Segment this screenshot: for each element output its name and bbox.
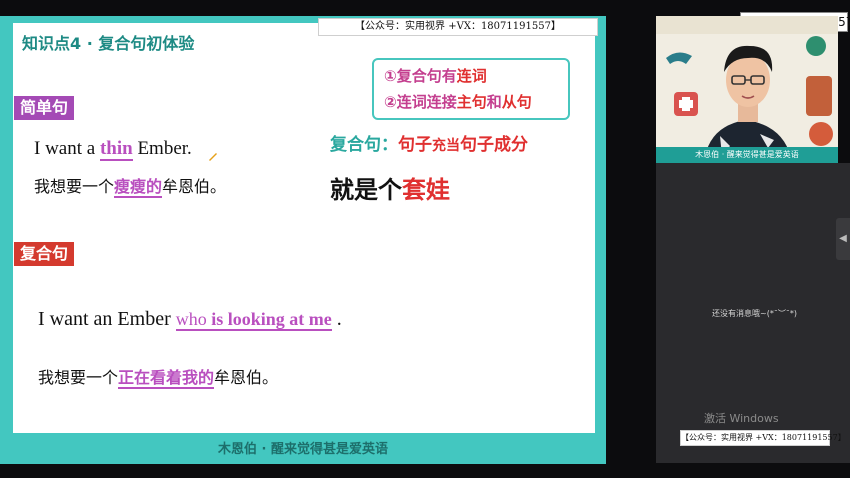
rule-line-1: ①复合句有连词 — [384, 65, 487, 86]
definition-part-a: 句子 — [398, 135, 432, 155]
simple-zh-adjective: 瘦瘦的 — [114, 177, 163, 198]
rule-2-text: 连词连接 — [396, 93, 457, 111]
simple-zh-before: 我想要一个 — [34, 177, 115, 196]
rule-2-sub-clause: 从句 — [501, 93, 532, 111]
simple-en-adjective: thin — [99, 138, 133, 161]
complex-zh-before: 我想要一个 — [38, 368, 119, 387]
rule-1-keyword: 连词 — [456, 67, 487, 85]
simple-en-before: I want a — [34, 138, 100, 159]
complex-en-clause: who is looking at me — [175, 309, 332, 331]
collapse-panel-button[interactable]: ◀ — [836, 218, 850, 260]
complex-en-clause-body: is looking at me — [206, 309, 332, 329]
chat-empty-message: 还没有消息哦~(*¯︶¯*) — [712, 309, 797, 318]
teacher-video-frame — [656, 16, 838, 163]
simple-en-after: Ember. — [132, 138, 192, 159]
nesting-keyword: 套娃 — [402, 176, 450, 204]
slide-footer-brand: 木恩伯 · 醒来觉得甚是爱英语 — [218, 442, 388, 457]
pencil-cursor-icon — [208, 146, 217, 161]
complex-zh-after: 牟恩伯。 — [214, 368, 279, 387]
camera-caption: 木恩伯 · 醒来觉得甚是爱英语 — [656, 147, 838, 163]
complex-chinese-sentence: 我想要一个正在看着我的牟恩伯。 — [38, 364, 279, 389]
rule-2-number: ② — [384, 93, 397, 111]
rule-2-and: 和 — [486, 93, 502, 111]
rule-line-2: ②连词连接主句和从句 — [384, 91, 532, 112]
rule-2-main-clause: 主句 — [456, 93, 487, 111]
complex-english-sentence: I want an Ember who is looking at me . — [38, 308, 342, 331]
complex-definition: 复合句：句子充当句子成分 — [330, 130, 528, 155]
nesting-doll-note: 就是个套娃 — [330, 170, 450, 205]
nesting-before: 就是个 — [330, 176, 402, 204]
simple-chinese-sentence: 我想要一个瘦瘦的牟恩伯。 — [34, 173, 227, 198]
activate-windows-notice: 激活 Windows — [704, 412, 779, 425]
definition-label: 复合句： — [330, 135, 398, 155]
watermark-bottom: 【公众号：实用视界 +VX：18071191557】 — [680, 430, 846, 446]
complex-en-after: . — [331, 308, 342, 330]
definition-part-c: 句子成分 — [460, 135, 528, 155]
teacher-camera-feed — [656, 16, 838, 163]
rule-box: ①复合句有连词 ②连词连接主句和从句 — [372, 58, 570, 120]
simple-sentence-tag: 简单句 — [14, 96, 75, 120]
complex-en-before: I want an Ember — [38, 308, 176, 330]
complex-en-relative-pronoun: who — [175, 309, 207, 329]
definition-part-b: 充当 — [432, 138, 460, 154]
slide-title: 知识点4 · 复合句初体验 — [22, 34, 195, 53]
simple-english-sentence: I want a thin Ember. — [34, 138, 192, 161]
complex-sentence-tag: 复合句 — [14, 242, 75, 266]
rule-1-text: ①复合句有 — [384, 67, 457, 85]
watermark-top: 【公众号：实用视界 +VX：18071191557】 — [318, 18, 598, 36]
simple-zh-after: 牟恩伯。 — [162, 177, 227, 196]
complex-zh-clause: 正在看着我的 — [118, 368, 215, 389]
